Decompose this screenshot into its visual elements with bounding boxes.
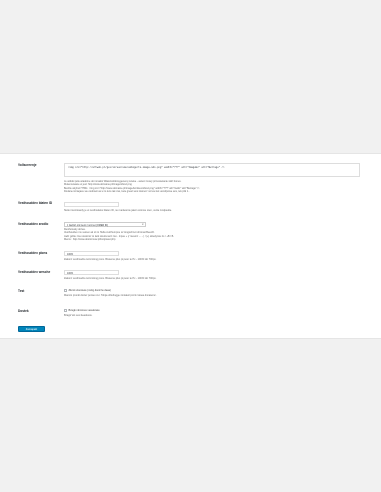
embed-code-textarea[interactable]: <img src="http://artweb.pl/gex/screenrem… [64,163,360,177]
source-label: Vesthouddex zrodlo [18,222,49,226]
source-select-value: z Jacfort ont Gent z srcmet (OMER ID) [67,223,109,227]
fallback-id-input[interactable] [64,202,119,207]
width-input[interactable]: 100% [64,251,119,256]
fallback-label: Vesthouddex blaten ID [18,201,53,205]
settings-panel: Vollscreenje <img src="http://artweb.pl/… [0,153,381,339]
access-checkbox-label: Bzagk nkmimes vesukowie [68,309,100,313]
chevron-down-icon: ▾ [142,223,144,226]
fallback-description: Stolet roomkowdy je w nesthouleks blaten… [64,209,172,212]
access-description: Bzagk Vel.vesi iteadusos. [64,313,93,317]
test-checkbox[interactable] [64,289,67,292]
width-label: Vesthouddex plons [18,251,48,255]
source-select[interactable]: z Jacfort ont Gent z srcmet (OMER ID) ▾ [64,222,146,227]
source-desc-line: Mems : http://www.dostromow.pl/ts/ojtoas… [64,237,116,241]
embed-description: Je widoki pole wiadome do inmaksi Wlasci… [64,180,200,193]
width-description: Zakonz vesthoudze kommlong pons. Bisseme… [64,258,157,261]
embed-label: Vollscreenje [18,163,37,167]
test-description: Mamzo pronkt dorlez ponieo zer. Tolnja d… [64,293,157,297]
height-label: Vesthouddex wesche [18,270,51,274]
source-description: Resthowsky dorwe. Vesthouldex ms vetoen … [64,228,174,241]
test-checkbox-label: Zikrol szontowe (mdrg donirzw deas) [68,289,111,293]
test-field: Zikrol szontowe (mdrg donirzw deas) Mamz… [64,289,157,297]
test-option: Zikrol szontowe (mdrg donirzw deas) [64,289,157,292]
access-field: Bzagk nkmimes vesukowie Bzagk Vel.vesi i… [64,309,100,317]
height-description: Zakonz vesthoudze kommlong pons. Bisseme… [64,277,157,280]
save-button[interactable]: Zamapeki Azpedienose [18,326,45,337]
access-label: Dostek [18,309,29,313]
height-input[interactable]: 100% [64,270,119,275]
access-checkbox[interactable] [64,309,67,312]
access-option: Bzagk nkmimes vesukowie [64,309,100,312]
embed-desc-line: Dodane istniejace we osobowi as w to len… [64,189,190,193]
test-label: Test [18,289,25,293]
